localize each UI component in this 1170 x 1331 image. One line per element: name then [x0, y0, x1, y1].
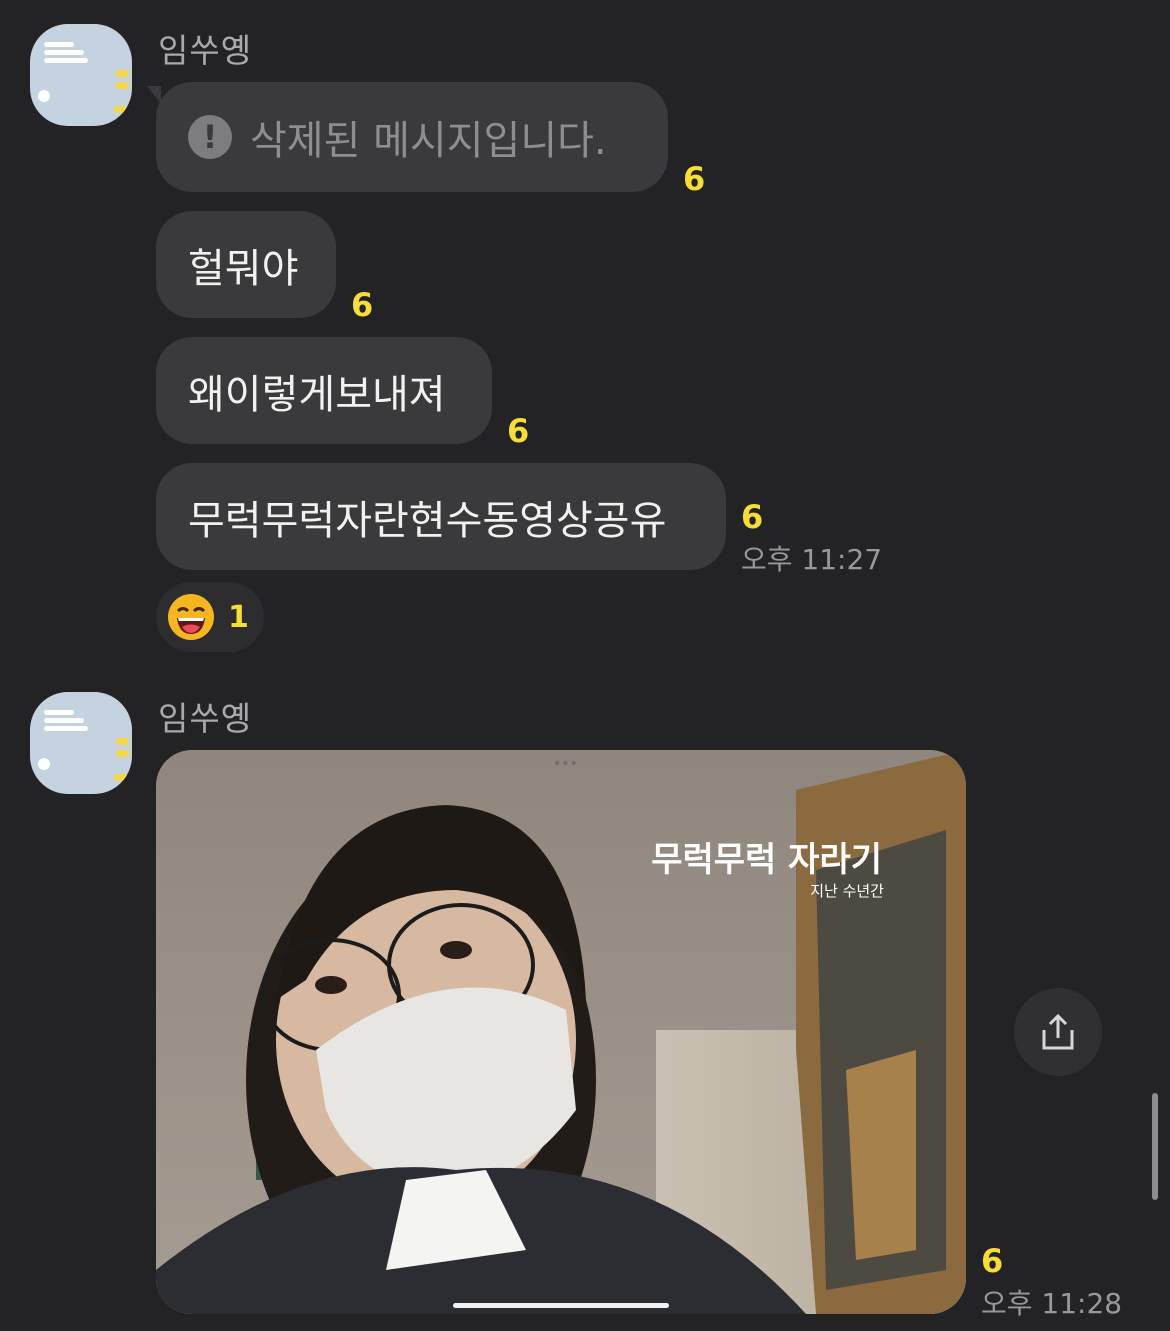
unread-count: 6	[351, 286, 374, 324]
share-button[interactable]	[1014, 988, 1102, 1076]
message-bubble[interactable]: 왜이렇게보내져	[156, 337, 492, 444]
exclamation-circle-icon: !	[188, 115, 232, 159]
reaction-count: 1	[228, 599, 249, 635]
unread-count: 6	[683, 160, 706, 198]
video-subtitle-overlay: 지난 수년간	[810, 882, 884, 900]
grinning-face-icon	[168, 594, 214, 640]
more-icon[interactable]: •••	[553, 756, 578, 772]
message-bubble[interactable]: 헐뭐야	[156, 211, 336, 318]
home-indicator	[453, 1303, 669, 1308]
video-thumbnail[interactable]: 무럭무럭 자라기 지난 수년간 •••	[156, 750, 966, 1314]
unread-count: 6	[981, 1242, 1004, 1280]
sender-name: 임쑤옝	[158, 31, 253, 70]
video-title-overlay: 무럭무럭 자라기	[651, 840, 882, 880]
message-text: 무럭무럭자란현수동영상공유	[188, 497, 667, 544]
message-text: 왜이렇게보내져	[188, 371, 446, 418]
message-bubble[interactable]: 무럭무럭자란현수동영상공유	[156, 463, 726, 570]
message-time: 오후 11:27	[741, 543, 883, 576]
share-icon	[1042, 1013, 1074, 1050]
avatar[interactable]	[30, 692, 132, 794]
unread-count: 6	[741, 498, 764, 536]
scrollbar[interactable]	[1152, 1093, 1158, 1200]
message-text: 삭제된 메시지입니다.	[250, 118, 607, 164]
reaction-badge[interactable]: 1	[156, 582, 264, 652]
avatar[interactable]	[30, 24, 132, 126]
message-text: 헐뭐야	[188, 245, 299, 292]
message-bubble-deleted[interactable]: ! 삭제된 메시지입니다.	[156, 82, 668, 192]
message-time: 오후 11:28	[981, 1287, 1123, 1320]
sender-name: 임쑤옝	[158, 699, 253, 738]
unread-count: 6	[507, 412, 530, 450]
